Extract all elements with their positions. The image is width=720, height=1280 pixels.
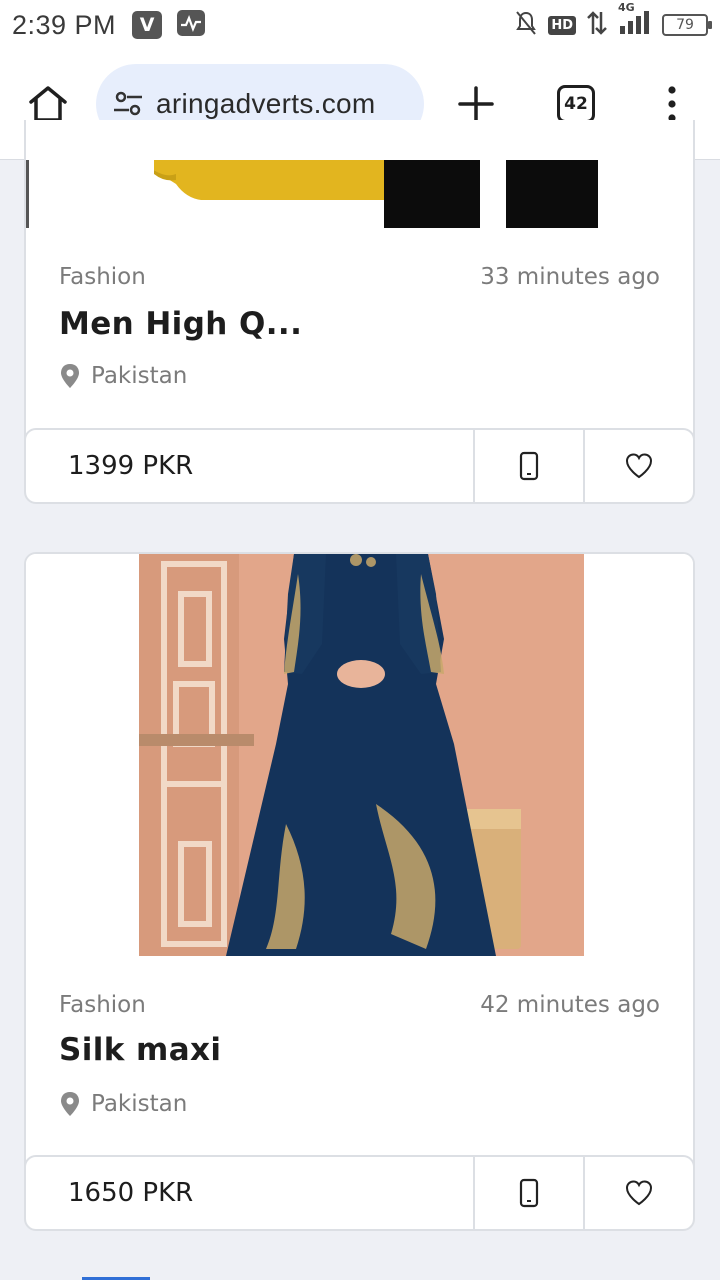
hd-badge: HD: [548, 15, 576, 35]
phone-icon: [519, 1178, 539, 1208]
listing-location-text: Pakistan: [91, 1091, 188, 1117]
home-icon[interactable]: [26, 84, 70, 124]
listing-location-text: Pakistan: [91, 363, 188, 389]
network-type: 4G: [618, 1, 635, 14]
url-text: aringadverts.com: [156, 88, 376, 119]
favorite-button[interactable]: [583, 430, 693, 502]
listing-price: 1399 PKR: [68, 451, 194, 481]
heart-icon: [624, 1179, 654, 1207]
more-vert-icon[interactable]: [660, 84, 684, 124]
status-time: 2:39 PM: [12, 9, 117, 40]
listing-image[interactable]: [26, 554, 693, 956]
call-button[interactable]: [473, 430, 583, 502]
tune-icon[interactable]: [112, 88, 144, 120]
listing-meta: Fashion 33 minutes ago: [59, 264, 660, 290]
data-transfer-icon: [586, 10, 608, 40]
favorite-button[interactable]: [583, 1157, 693, 1229]
battery-indicator: 79: [662, 14, 712, 36]
plus-icon[interactable]: [456, 84, 496, 124]
listing-time: 33 minutes ago: [480, 264, 660, 290]
phone-icon: [519, 451, 539, 481]
listing-time: 42 minutes ago: [480, 992, 660, 1018]
listing-category: Fashion: [59, 264, 146, 290]
listing-category: Fashion: [59, 992, 146, 1018]
listing-meta: Fashion 42 minutes ago: [59, 992, 660, 1018]
call-button[interactable]: [473, 1157, 583, 1229]
notifications-off-icon: [514, 10, 538, 40]
listing-price: 1650 PKR: [68, 1178, 194, 1208]
price-bar: 1399 PKR: [26, 428, 693, 502]
location-pin-icon: [59, 363, 81, 389]
location-pin-icon: [59, 1091, 81, 1117]
tab-switcher-button[interactable]: 42: [557, 85, 595, 123]
listing-location: Pakistan: [59, 363, 187, 389]
vpn-app-icon: V: [132, 11, 163, 39]
listing-title[interactable]: Silk maxi: [59, 1032, 221, 1068]
status-bar: 2:39 PM V HD 4G 79: [0, 0, 720, 50]
listing-title[interactable]: Men High Q...: [59, 306, 302, 342]
listing-location: Pakistan: [59, 1091, 187, 1117]
price-bar: 1650 PKR: [26, 1155, 693, 1229]
activity-icon: [176, 9, 206, 41]
listing-card[interactable]: Fashion 33 minutes ago Men High Q... Pak…: [24, 120, 695, 504]
listing-image[interactable]: [26, 160, 693, 228]
heart-icon: [624, 452, 654, 480]
signal-icon: 4G: [618, 1, 652, 40]
listing-card[interactable]: Fashion 42 minutes ago Silk maxi Pakista…: [24, 552, 695, 1231]
